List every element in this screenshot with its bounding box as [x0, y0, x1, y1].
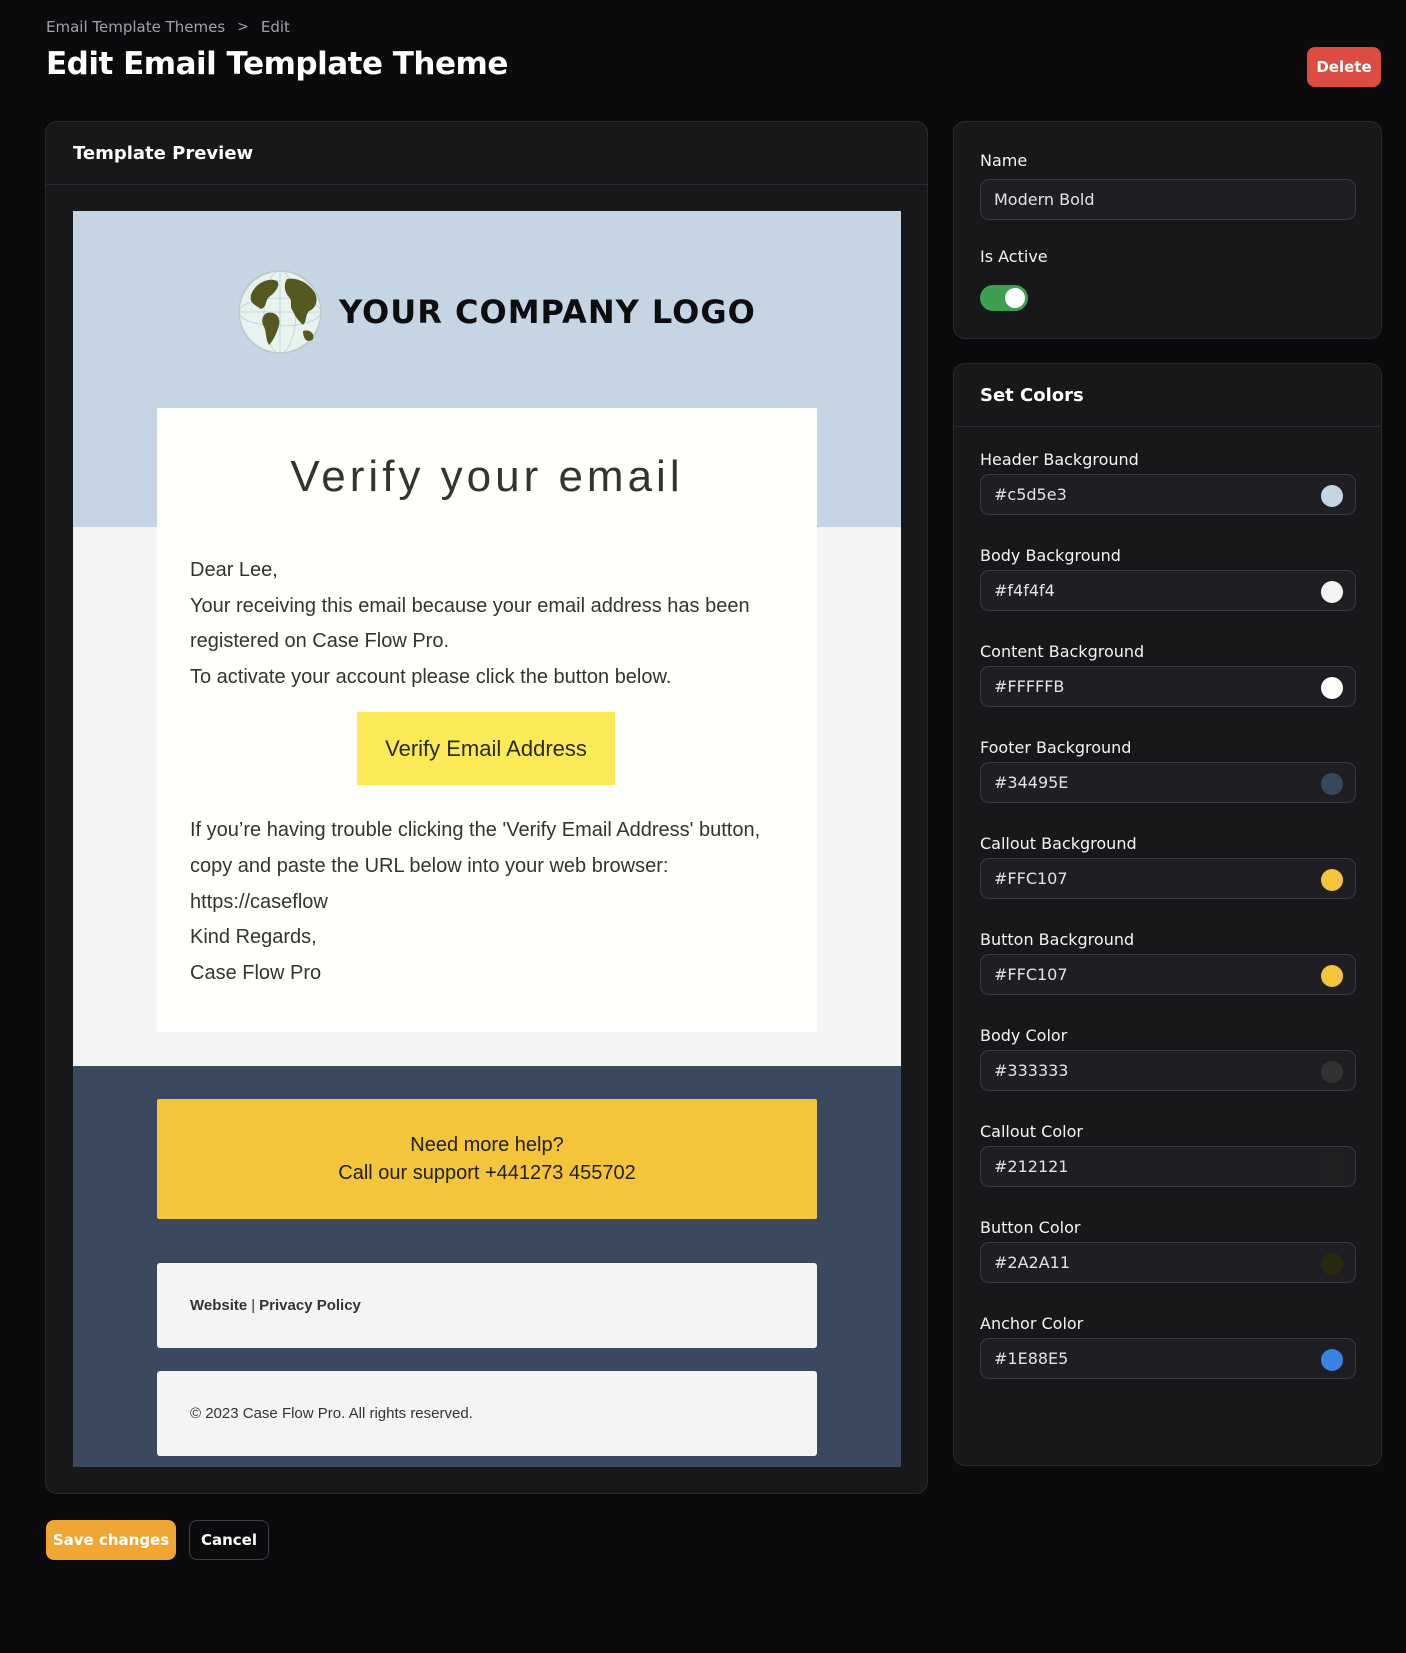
set-colors-panel: Set Colors Header Background #c5d5e3 Body …	[953, 363, 1382, 1466]
theme-settings-panel: Name Modern Bold Is Active	[953, 121, 1382, 339]
color-input[interactable]: #c5d5e3	[980, 474, 1356, 515]
is-active-toggle[interactable]	[980, 285, 1028, 311]
globe-icon	[238, 270, 322, 354]
body-line: registered on Case Flow Pro.	[190, 630, 450, 652]
color-swatch[interactable]	[1321, 965, 1343, 987]
body-line: If you’re having trouble clicking the 'V…	[190, 819, 761, 841]
company-logo: YOUR COMPANY LOGO	[237, 269, 756, 355]
support-callout: Need more help? Call our support +441273…	[157, 1099, 817, 1219]
color-input[interactable]: #FFC107	[980, 954, 1356, 995]
email-footer: Need more help? Call our support +441273…	[73, 1066, 901, 1467]
email-body-text: Dear Lee, Your receiving this email beca…	[190, 553, 790, 695]
footer-copyright: © 2023 Case Flow Pro. All rights reserve…	[157, 1371, 817, 1456]
delete-button[interactable]: Delete	[1307, 47, 1381, 87]
color-field: Callout Background #FFC107	[954, 834, 1383, 924]
page-title: Edit Email Template Theme	[46, 46, 508, 82]
color-swatch[interactable]	[1321, 1253, 1343, 1275]
color-field: Body Color #333333	[954, 1026, 1383, 1116]
color-field-label: Footer Background	[980, 738, 1132, 757]
name-input[interactable]: Modern Bold	[980, 179, 1356, 220]
color-field: Header Background #c5d5e3	[954, 450, 1383, 540]
color-field-label: Button Color	[980, 1218, 1081, 1237]
color-field: Button Color #2A2A11	[954, 1218, 1383, 1308]
callout-phone: Call our support +441273 455702	[338, 1162, 636, 1184]
breadcrumb: Email Template Themes > Edit	[46, 18, 290, 36]
color-swatch[interactable]	[1321, 677, 1343, 699]
is-active-label: Is Active	[980, 247, 1048, 266]
color-field-label: Body Color	[980, 1026, 1068, 1045]
verify-url-link[interactable]: https://caseflow	[190, 885, 790, 921]
email-content-card: Verify your email Dear Lee, Your receivi…	[157, 408, 817, 1032]
color-input[interactable]: #1E88E5	[980, 1338, 1356, 1379]
toggle-knob	[1005, 288, 1025, 308]
email-headline: Verify your email	[290, 452, 684, 501]
footer-link-separator: |	[251, 1297, 256, 1314]
verify-email-button[interactable]: Verify Email Address	[357, 712, 615, 785]
color-field-label: Content Background	[980, 642, 1145, 661]
breadcrumb-link-themes[interactable]: Email Template Themes	[46, 18, 225, 36]
color-field-label: Body Background	[980, 546, 1121, 565]
body-line: Kind Regards,	[190, 926, 317, 949]
callout-heading: Need more help?	[410, 1134, 564, 1156]
color-field: Footer Background #34495E	[954, 738, 1383, 828]
color-swatch[interactable]	[1321, 485, 1343, 507]
email-trouble-text: If you’re having trouble clicking the 'V…	[190, 813, 790, 992]
color-field: Content Background #FFFFFB	[954, 642, 1383, 732]
color-field-label: Header Background	[980, 450, 1139, 469]
color-input[interactable]: #34495E	[980, 762, 1356, 803]
body-line: Your receiving this email because your e…	[190, 594, 750, 617]
footer-link-privacy-policy[interactable]: Privacy Policy	[259, 1297, 361, 1314]
name-label: Name	[980, 151, 1028, 170]
color-field-label: Anchor Color	[980, 1314, 1084, 1333]
color-input[interactable]: #FFC107	[980, 858, 1356, 899]
color-swatch[interactable]	[1321, 773, 1343, 795]
color-input[interactable]: #f4f4f4	[980, 570, 1356, 611]
preview-panel-title: Template Preview	[46, 122, 927, 185]
body-line: Dear Lee,	[190, 559, 278, 581]
color-field-label: Button Background	[980, 930, 1135, 949]
color-field-label: Callout Color	[980, 1122, 1083, 1141]
breadcrumb-separator-icon: >	[237, 19, 249, 35]
cancel-button[interactable]: Cancel	[189, 1520, 269, 1560]
breadcrumb-current: Edit	[260, 18, 290, 36]
body-line: copy and paste the URL below into your w…	[190, 854, 669, 877]
template-preview-panel: Template Preview YOUR COMPANY LOGO Need …	[45, 121, 928, 1494]
color-swatch[interactable]	[1321, 581, 1343, 603]
color-field: Callout Color #212121	[954, 1122, 1383, 1212]
color-swatch[interactable]	[1321, 1157, 1343, 1179]
color-field: Body Background #f4f4f4	[954, 546, 1383, 636]
colors-panel-title: Set Colors	[954, 364, 1381, 427]
color-swatch[interactable]	[1321, 1061, 1343, 1083]
save-changes-button[interactable]: Save changes	[46, 1520, 176, 1560]
color-swatch[interactable]	[1321, 869, 1343, 891]
color-input[interactable]: #FFFFFB	[980, 666, 1356, 707]
body-line: To activate your account please click th…	[190, 665, 672, 688]
color-field-label: Callout Background	[980, 834, 1137, 853]
color-input[interactable]: #2A2A11	[980, 1242, 1356, 1283]
color-input[interactable]: #212121	[980, 1146, 1356, 1187]
footer-links: Website | Privacy Policy	[157, 1263, 817, 1348]
color-input[interactable]: #333333	[980, 1050, 1356, 1091]
color-field: Button Background #FFC107	[954, 930, 1383, 1020]
color-field: Anchor Color #1E88E5	[954, 1314, 1383, 1404]
body-line: Case Flow Pro	[190, 962, 322, 985]
footer-link-website[interactable]: Website	[190, 1297, 247, 1314]
email-preview: YOUR COMPANY LOGO Need more help? Call o…	[73, 211, 901, 1467]
logo-text: YOUR COMPANY LOGO	[339, 293, 756, 331]
color-swatch[interactable]	[1321, 1349, 1343, 1371]
